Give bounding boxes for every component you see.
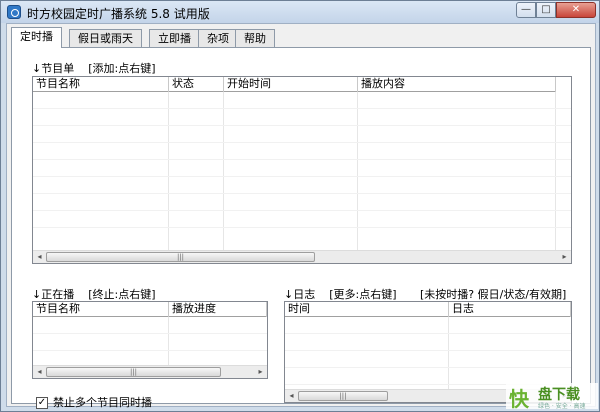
maximize-button[interactable]: □ [536,2,556,18]
column-header-time[interactable]: 时间 [285,302,449,317]
scroll-left-arrow[interactable]: ◂ [33,366,46,378]
now-playing-body[interactable] [33,317,267,365]
log-label: ↓日志 [更多:点右键] [284,286,397,302]
tab-holiday-rain[interactable]: 假日或雨天 [69,29,142,47]
now-playing-hint: [终止:点右键] [88,288,156,301]
forbid-concurrent-checkbox[interactable]: ✓ [36,397,48,409]
tab-misc[interactable]: 杂项 [198,29,238,47]
scroll-left-arrow[interactable]: ◂ [285,390,298,402]
tab-help[interactable]: 帮助 [235,29,275,47]
minimize-button[interactable]: — [516,2,536,18]
program-list-grid[interactable]: 节目名称 状态 开始时间 播放内容 ◂ ||| ▸ [32,76,572,264]
scroll-right-arrow[interactable]: ▸ [558,251,571,263]
column-header-content[interactable]: 播放内容 [358,77,556,92]
log-body[interactable] [285,317,571,389]
scroll-thumb[interactable]: ||| [46,252,315,262]
main-window: 时方校园定时广播系统 5.8 试用版 — □ ✕ 定时播 假日或雨天 立即播 杂… [0,0,600,412]
app-icon [7,5,21,19]
program-list-body[interactable] [33,92,571,250]
tab-panel-scheduled: ↓节目单 [添加:点右键] 节目名称 状态 开始时间 播放内容 ◂ ||| ▸ … [11,47,591,409]
window-title: 时方校园定时广播系统 5.8 试用版 [27,7,210,21]
scroll-left-arrow[interactable]: ◂ [33,251,46,263]
program-list-title: ↓节目单 [32,62,75,75]
log-hint-schedule: [未按时播? 假日/状态/有效期] [420,288,567,301]
scroll-thumb[interactable]: ||| [298,391,388,401]
title-bar[interactable]: 时方校园定时广播系统 5.8 试用版 — □ ✕ [1,1,599,23]
watermark-logo: 快 盘下载 绿色 · 安全 · 高速 [506,383,598,411]
column-header-status[interactable]: 状态 [169,77,224,92]
program-list-scrollbar[interactable]: ◂ ||| ▸ [33,250,571,263]
column-header-program-name[interactable]: 节目名称 [33,77,169,92]
program-list-hint: [添加:点右键] [88,62,156,75]
tab-scheduled[interactable]: 定时播 [11,27,62,48]
now-playing-header: 节目名称 播放进度 [33,302,267,317]
now-playing-title: ↓正在播 [32,288,75,301]
log-title: ↓日志 [284,288,316,301]
log-hint: [更多:点右键] [329,288,397,301]
column-header-log[interactable]: 日志 [449,302,571,317]
column-header-progress[interactable]: 播放进度 [169,302,267,317]
now-playing-label: ↓正在播 [终止:点右键] [32,286,156,302]
scroll-thumb[interactable]: ||| [46,367,221,377]
client-area: 定时播 假日或雨天 立即播 杂项 帮助 ↓节目单 [添加:点右键] 节目名称 状态… [6,23,596,409]
column-header-program-name[interactable]: 节目名称 [33,302,169,317]
forbid-concurrent-option[interactable]: ✓ 禁止多个节目同时播 [36,394,152,410]
forbid-concurrent-label: 禁止多个节目同时播 [53,396,152,409]
close-button[interactable]: ✕ [556,2,596,18]
program-list-header: 节目名称 状态 开始时间 播放内容 [33,77,556,92]
column-header-start-time[interactable]: 开始时间 [224,77,358,92]
tab-play-now[interactable]: 立即播 [149,29,200,47]
log-header: 时间 日志 [285,302,571,317]
program-list-label: ↓节目单 [添加:点右键] [32,60,156,76]
now-playing-grid[interactable]: 节目名称 播放进度 ◂ ||| ▸ [32,301,268,379]
watermark-mark: 快 [509,387,529,411]
watermark-subtext: 绿色 · 安全 · 高速 [538,403,586,410]
now-playing-scrollbar[interactable]: ◂ ||| ▸ [33,365,267,378]
scroll-right-arrow[interactable]: ▸ [254,366,267,378]
